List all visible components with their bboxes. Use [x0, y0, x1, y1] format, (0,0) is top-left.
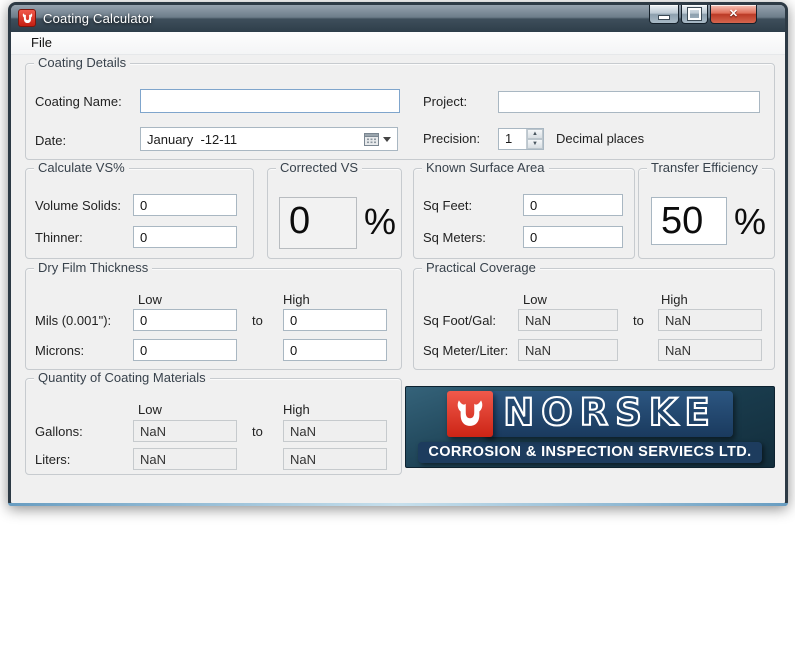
logo-subtitle: CORROSION & INSPECTION SERVIECS LTD. — [418, 442, 761, 463]
sq-meter-liter-label: Sq Meter/Liter: — [423, 343, 508, 358]
gallons-label: Gallons: — [35, 424, 83, 439]
norske-wordmark-box: NORSKE — [483, 391, 733, 437]
menu-bar: File — [11, 32, 785, 55]
transfer-efficiency-input[interactable]: 50 — [651, 197, 727, 245]
project-input[interactable] — [498, 91, 760, 113]
group-legend: Coating Details — [34, 55, 130, 70]
dft-low-header: Low — [138, 292, 162, 307]
maximize-icon — [688, 8, 701, 20]
liters-high-field — [283, 448, 387, 470]
group-legend: Calculate VS% — [34, 160, 129, 175]
coating-name-input[interactable] — [140, 89, 400, 113]
corrected-vs-display: 0 — [279, 197, 357, 249]
qm-low-header: Low — [138, 402, 162, 417]
sq-meters-input[interactable] — [523, 226, 623, 248]
qm-to-label: to — [252, 424, 263, 439]
sq-meters-label: Sq Meters: — [423, 230, 486, 245]
group-legend: Transfer Efficiency — [647, 160, 762, 175]
group-legend: Practical Coverage — [422, 260, 540, 275]
dropdown-arrow-icon[interactable] — [383, 137, 391, 142]
title-bar[interactable]: Coating Calculator ✕ — [11, 5, 785, 32]
volume-solids-label: Volume Solids: — [35, 198, 121, 213]
project-label: Project: — [423, 94, 467, 109]
mils-label: Mils (0.001"): — [35, 313, 111, 328]
coating-name-label: Coating Name: — [35, 94, 122, 109]
app-window: Coating Calculator ✕ File Coating Detail… — [8, 2, 788, 506]
gallons-low-field — [133, 420, 237, 442]
microns-low-input[interactable] — [133, 339, 237, 361]
gallons-high-field — [283, 420, 387, 442]
maximize-button[interactable] — [681, 5, 708, 24]
sq-feet-input[interactable] — [523, 194, 623, 216]
norske-logo-panel: NORSKE CORROSION & INSPECTION SERVIECS L… — [405, 386, 775, 468]
sq-foot-gal-low-field — [518, 309, 618, 331]
spin-down-icon[interactable]: ▼ — [527, 139, 543, 149]
pc-low-header: Low — [523, 292, 547, 307]
transfer-efficiency-unit: % — [734, 201, 766, 243]
liters-label: Liters: — [35, 452, 70, 467]
sq-feet-label: Sq Feet: — [423, 198, 472, 213]
stage: Coating Calculator ✕ File Coating Detail… — [0, 0, 795, 649]
window-title: Coating Calculator — [43, 11, 154, 26]
sq-foot-gal-high-field — [658, 309, 762, 331]
sq-meter-liter-high-field — [658, 339, 762, 361]
precision-spinner[interactable]: 1 ▲ ▼ — [498, 128, 544, 150]
norske-wordmark: NORSKE — [503, 391, 717, 434]
pc-to-label: to — [633, 313, 644, 328]
microns-high-input[interactable] — [283, 339, 387, 361]
group-legend: Quantity of Coating Materials — [34, 370, 210, 385]
menu-file[interactable]: File — [22, 32, 61, 53]
minimize-button[interactable] — [649, 5, 679, 24]
mils-low-input[interactable] — [133, 309, 237, 331]
close-icon: ✕ — [729, 6, 738, 23]
dft-high-header: High — [283, 292, 310, 307]
norske-mark-icon — [447, 391, 493, 437]
thinner-label: Thinner: — [35, 230, 83, 245]
calendar-icon — [364, 132, 379, 146]
mils-high-input[interactable] — [283, 309, 387, 331]
corrected-vs-unit: % — [364, 201, 396, 243]
sq-meter-liter-low-field — [518, 339, 618, 361]
minimize-icon — [658, 15, 670, 20]
microns-label: Microns: — [35, 343, 84, 358]
volume-solids-input[interactable] — [133, 194, 237, 216]
spin-up-icon[interactable]: ▲ — [527, 129, 543, 139]
window-reflection: Coating Calculator ✕ File Coating Detail… — [0, 506, 795, 649]
group-legend: Corrected VS — [276, 160, 362, 175]
qm-high-header: High — [283, 402, 310, 417]
decimal-places-label: Decimal places — [556, 131, 644, 146]
liters-low-field — [133, 448, 237, 470]
precision-value[interactable]: 1 — [499, 129, 526, 149]
precision-label: Precision: — [423, 131, 480, 146]
sq-foot-gal-label: Sq Foot/Gal: — [423, 313, 496, 328]
spinner-buttons: ▲ ▼ — [526, 129, 543, 149]
client-area: Coating Details Coating Name: Project: D… — [11, 55, 785, 503]
norske-mark-icon — [21, 12, 34, 25]
logo-row: NORSKE — [447, 391, 733, 437]
dft-to-label: to — [252, 313, 263, 328]
date-picker[interactable]: January -12-11 — [140, 127, 398, 151]
group-legend: Known Surface Area — [422, 160, 549, 175]
app-logo-icon — [18, 9, 36, 27]
thinner-input[interactable] — [133, 226, 237, 248]
pc-high-header: High — [661, 292, 688, 307]
group-legend: Dry Film Thickness — [34, 260, 152, 275]
date-value: January -12-11 — [147, 132, 364, 147]
close-button[interactable]: ✕ — [710, 5, 757, 24]
date-label: Date: — [35, 133, 66, 148]
